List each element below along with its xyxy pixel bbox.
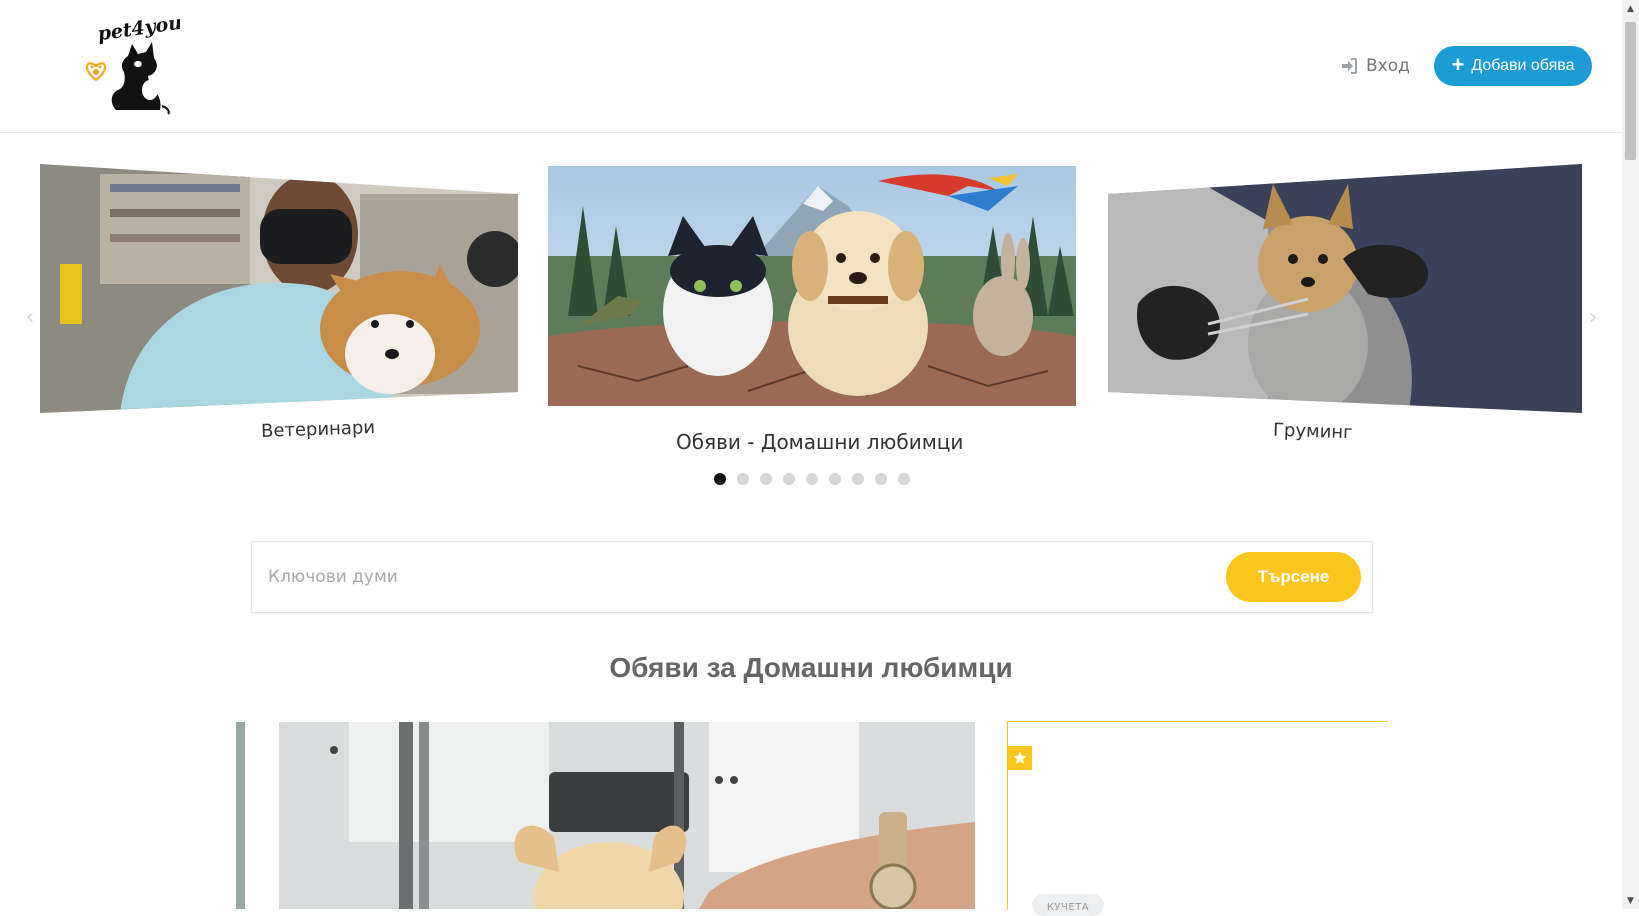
carousel-dot[interactable] (875, 473, 887, 485)
carousel-slide-grooming[interactable] (1108, 164, 1582, 414)
search-button[interactable]: Търсене (1226, 552, 1361, 602)
scroll-up-icon[interactable]: ▲ (1622, 0, 1639, 17)
carousel-slide-pets[interactable] (548, 166, 1076, 406)
svg-text:pet4you: pet4you (96, 14, 180, 45)
carousel-prev-button[interactable]: ‹ (20, 304, 40, 330)
search-input[interactable] (266, 554, 1150, 600)
chevron-right-icon: › (1588, 304, 1598, 330)
site-header: pet4you Вход + Добави обява (0, 0, 1622, 133)
listing-card-partial[interactable] (236, 722, 245, 909)
listing-image-puppy (279, 722, 975, 909)
slide-caption-pets: Обяви - Домашни любимци (676, 430, 964, 454)
site-logo[interactable]: pet4you (80, 12, 183, 119)
carousel-dot[interactable] (852, 473, 864, 485)
carousel-dot[interactable] (737, 473, 749, 485)
carousel-pagination (714, 473, 910, 485)
carousel-dot[interactable] (760, 473, 772, 485)
add-listing-button[interactable]: + Добави обява (1434, 46, 1592, 86)
chevron-left-icon: ‹ (25, 304, 35, 330)
plus-icon: + (1451, 52, 1465, 77)
category-badge[interactable]: КУЧЕТА (1032, 894, 1104, 916)
carousel-next-button[interactable]: › (1583, 304, 1603, 330)
page-scrollbar[interactable]: ▲ ▼ (1622, 0, 1639, 909)
carousel-slide-vets[interactable] (40, 164, 518, 414)
scroll-down-icon[interactable]: ▼ (1622, 892, 1639, 909)
slide-image-vets (40, 164, 518, 413)
sign-in-icon (1342, 58, 1357, 74)
login-label: Вход (1366, 56, 1410, 76)
featured-listing-card[interactable] (1007, 721, 1388, 910)
carousel-dot[interactable] (806, 473, 818, 485)
login-link[interactable]: Вход (1340, 53, 1410, 79)
slide-image-grooming (1108, 164, 1582, 413)
scrollbar-thumb[interactable] (1625, 22, 1636, 160)
carousel-dot[interactable] (898, 473, 910, 485)
slide-caption-grooming: Груминг (1272, 419, 1353, 444)
star-icon (1013, 751, 1027, 764)
listings-section-title: Обяви за Домашни любимци (609, 652, 1013, 683)
listing-card-photo[interactable] (279, 722, 975, 909)
carousel-dot[interactable] (714, 473, 726, 485)
featured-badge (1008, 746, 1032, 770)
search-form: Търсене (251, 541, 1373, 613)
slide-caption-vets: Ветеринари (260, 417, 376, 442)
slide-image-pets (548, 166, 1076, 406)
carousel-dot[interactable] (783, 473, 795, 485)
carousel-dot[interactable] (829, 473, 841, 485)
add-listing-label: Добави обява (1471, 57, 1575, 74)
